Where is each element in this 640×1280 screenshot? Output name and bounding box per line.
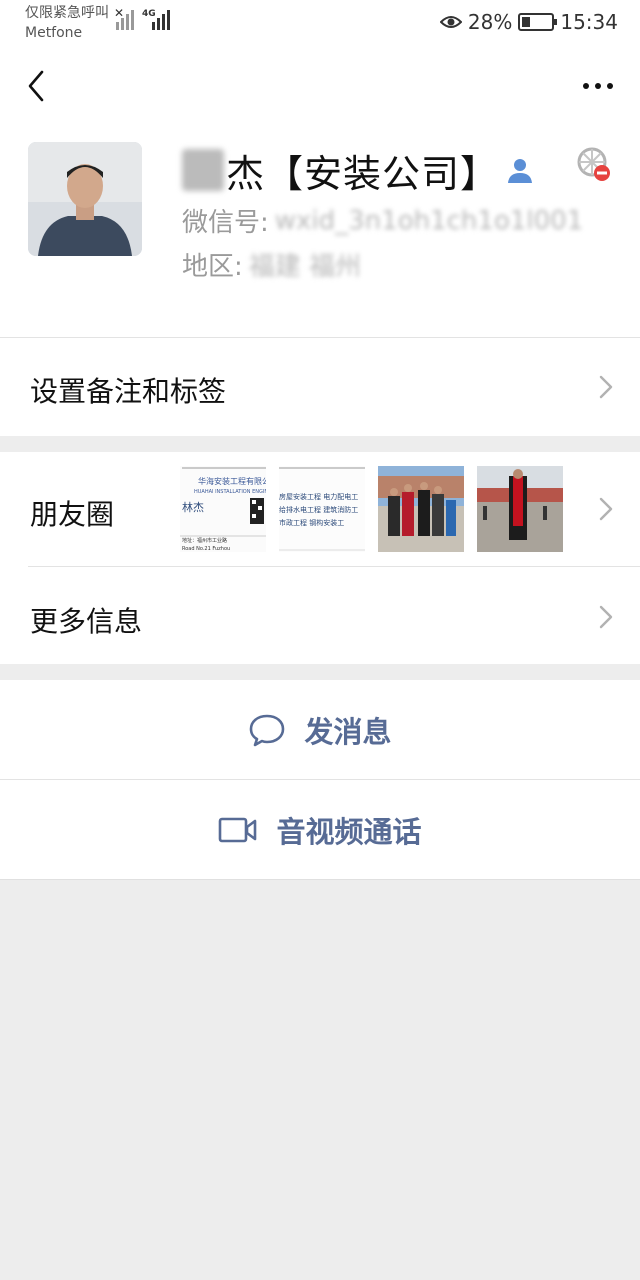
chevron-right-icon [599,375,613,399]
set-remark-label: 设置备注和标签 [30,375,227,408]
eye-icon [439,16,462,28]
chevron-right-icon [599,497,613,521]
moment-thumb-photo-dance[interactable] [378,466,464,552]
signal-icon [152,10,170,30]
svg-text:市政工程 钢构安装工: 市政工程 钢构安装工 [279,518,344,527]
battery-percent: 28% [467,10,513,34]
moments-blocked-icon [577,147,610,181]
carrier-line1: 仅限紧急呼叫 [25,5,109,21]
region-value: 福建 福州 [248,252,362,282]
clock: 15:34 [560,10,618,34]
set-remark-cell[interactable]: 设置备注和标签 [0,338,640,436]
video-call-label: 音视频通话 [276,814,422,849]
back-chevron-icon[interactable] [20,66,60,106]
name-redaction [182,149,224,191]
wechat-id-label: 微信号: [182,208,269,238]
svg-text:地址：福州市工业路: 地址：福州市工业路 [182,537,227,544]
svg-text:给排水电工程 建筑消防工: 给排水电工程 建筑消防工 [279,505,358,514]
divider [0,879,640,880]
region-label: 地区: [182,252,243,282]
moment-thumb-photo-scarf[interactable] [477,466,563,552]
moments-cell[interactable]: 朋友圈 华海安装工程有限公司 HUAHAI INSTALLATION ENGIN… [0,452,640,566]
wechat-id-row: 微信号: wxid_3n1oh1ch1o1l001 [182,202,583,239]
more-info-cell[interactable]: 更多信息 [0,567,640,664]
more-dots-icon[interactable] [576,66,620,106]
carrier-info: 仅限紧急呼叫 Metfone [25,4,109,42]
chat-bubble-icon [250,714,285,746]
profile-header: 杰【安装公司】 微信号: wxid_3n1oh1ch1o1l001 地区: 福建… [0,124,640,337]
svg-text:Road No.21 Fuzhou: Road No.21 Fuzhou [182,546,230,552]
chevron-right-icon [599,605,613,629]
info-group: 朋友圈 华海安装工程有限公司 HUAHAI INSTALLATION ENGIN… [0,452,640,664]
send-message-button[interactable]: 发消息 [0,680,640,779]
moment-thumb-business-card[interactable]: 华海安装工程有限公司 HUAHAI INSTALLATION ENGINEERI… [180,466,266,552]
wechat-id-value: wxid_3n1oh1ch1o1l001 [274,205,584,236]
moment-thumb-card-back[interactable]: 房屋安装工程 电力配电工 给排水电工程 建筑消防工 市政工程 钢构安装工 [279,466,365,552]
battery-fill [522,17,531,27]
signal-bars-1 [116,10,134,30]
carrier-line2: Metfone [25,25,83,41]
contact-name: 杰【安装公司】 [226,151,500,196]
svg-text:HUAHAI INSTALLATION ENGINEERIN: HUAHAI INSTALLATION ENGINEERING [194,489,266,495]
send-message-label: 发消息 [304,714,392,749]
video-call-button[interactable]: 音视频通话 [0,780,640,879]
name-row: 杰【安装公司】 [182,144,535,196]
more-info-label: 更多信息 [30,605,143,638]
status-right: 28% 15:34 [439,10,618,34]
svg-text:林杰: 林杰 [182,500,204,514]
svg-text:房屋安装工程 电力配电工: 房屋安装工程 电力配电工 [279,492,358,501]
battery-icon [518,13,558,31]
status-bar: 仅限紧急呼叫 Metfone ✕ 4G 28% 15:34 [0,0,640,48]
svg-text:华海安装工程有限公司: 华海安装工程有限公司 [198,476,266,486]
person-badge-icon [508,159,533,183]
avatar[interactable] [28,142,142,256]
nav-bar [0,48,640,124]
video-camera-icon [219,817,257,842]
moments-label: 朋友圈 [30,498,115,531]
moments-thumbnails: 华海安装工程有限公司 HUAHAI INSTALLATION ENGINEERI… [180,466,563,552]
region-row: 地区: 福建 福州 [182,246,361,283]
